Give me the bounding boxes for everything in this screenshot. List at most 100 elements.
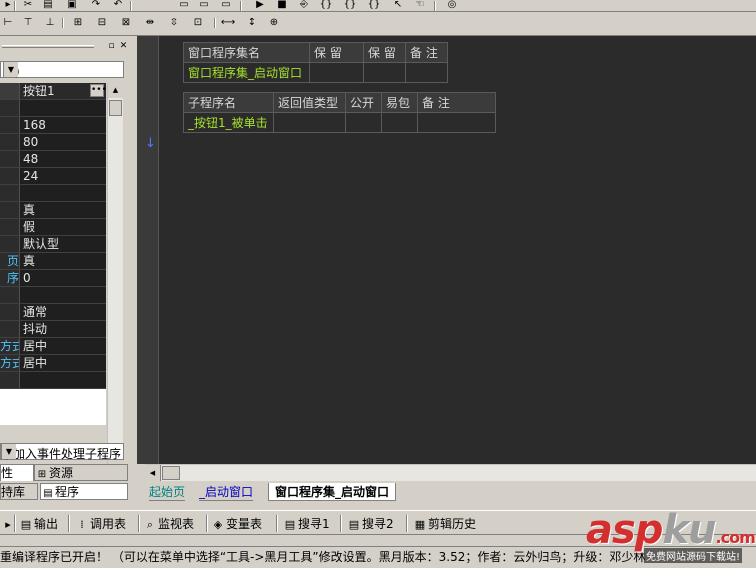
property-value[interactable]: 通常	[19, 304, 106, 320]
property-row[interactable]: 页真	[0, 253, 106, 270]
hscroll-thumb[interactable]	[162, 466, 180, 480]
property-row[interactable]	[0, 185, 106, 202]
stop-icon[interactable]: ■	[274, 0, 290, 11]
property-value[interactable]	[19, 100, 106, 116]
align5-icon[interactable]: ⊟	[94, 18, 110, 29]
scroll-up-icon[interactable]: ▲	[108, 83, 123, 98]
sub-name-cell[interactable]: _按钮1_被单击	[183, 112, 274, 133]
property-value[interactable]: 抖动	[19, 321, 106, 337]
cut-icon[interactable]: ✂	[20, 0, 36, 11]
size2-icon[interactable]: ↕	[244, 18, 260, 29]
align6-icon[interactable]: ⊠	[118, 18, 134, 29]
bottom-tab-call-table[interactable]: ⁞ 调用表	[74, 515, 126, 533]
assembly-name-cell[interactable]: 窗口程序集_启动窗口	[183, 62, 310, 83]
property-row[interactable]	[0, 372, 106, 389]
cursor-icon[interactable]: ↖	[390, 0, 406, 11]
size3-icon[interactable]: ⊕	[266, 18, 282, 29]
align4-icon[interactable]: ⊞	[70, 18, 86, 29]
redo-icon[interactable]: ↷	[88, 0, 104, 11]
minimize-icon[interactable]: ▫	[106, 42, 117, 52]
property-row[interactable]: 默认型	[0, 236, 106, 253]
scroll-thumb[interactable]	[109, 100, 122, 116]
property-value[interactable]: 居中	[19, 355, 106, 371]
align2-icon[interactable]: ⊤	[20, 18, 36, 29]
editor-hscrollbar[interactable]: ◀	[145, 464, 756, 481]
undo-icon[interactable]: ↶	[110, 0, 126, 11]
property-value[interactable]: 0	[19, 270, 106, 286]
reserved-cell-2[interactable]	[363, 62, 406, 83]
property-row[interactable]: 真	[0, 202, 106, 219]
property-value[interactable]: 假	[19, 219, 106, 235]
property-value[interactable]: 真	[19, 253, 106, 269]
run-icon[interactable]: ▶	[252, 0, 268, 11]
tab-library[interactable]: 持库	[0, 483, 38, 500]
tab-property[interactable]: 性	[0, 464, 34, 481]
tab-start-window[interactable]: _启动窗口	[199, 483, 254, 501]
property-row[interactable]: 通常	[0, 304, 106, 321]
property-row[interactable]: 24	[0, 168, 106, 185]
close-icon[interactable]: ✕	[118, 42, 129, 52]
property-value[interactable]	[19, 185, 106, 201]
property-value[interactable]: 168	[19, 117, 106, 133]
easy-pkg-cell[interactable]	[381, 112, 418, 133]
tab-program[interactable]: ▤ 程序	[40, 483, 128, 500]
sub-remark-cell[interactable]	[417, 112, 496, 133]
property-row[interactable]: 168	[0, 117, 106, 134]
event-combo[interactable]: 添加入事件处理子程序 ▼	[0, 443, 124, 461]
component-combo[interactable]: 钮） ▼	[0, 61, 124, 79]
property-row[interactable]: 方式 居中	[0, 338, 106, 355]
property-row[interactable]: 序0	[0, 270, 106, 287]
scroll-left-icon[interactable]: ◀	[145, 465, 161, 481]
property-scrollbar[interactable]: ▲ ▼	[107, 83, 123, 475]
bottom-tab-variables[interactable]: ◈ 变量表	[210, 515, 262, 533]
paste-icon[interactable]: ▣	[64, 0, 80, 11]
bottom-tab-search1[interactable]: ▤ 搜寻1	[282, 515, 330, 533]
step2-icon[interactable]: {}	[318, 0, 334, 11]
property-value[interactable]: 48	[19, 151, 106, 167]
space-v-icon[interactable]: ⇳	[166, 18, 182, 29]
code-editor[interactable]: ↓ 窗口程序集名 保 留 保 留 备 注 窗口程序集_启动窗口 子程序名 返回值…	[137, 36, 756, 464]
property-value[interactable]: 居中	[19, 338, 106, 354]
panel-grip[interactable]	[2, 45, 94, 48]
property-row[interactable]: 按钮1 •••	[0, 83, 107, 100]
space-h-icon[interactable]: ⇹	[142, 18, 158, 29]
align3-icon[interactable]: ⊥	[42, 18, 58, 29]
remark-cell[interactable]	[405, 62, 448, 83]
ellipsis-icon[interactable]: •••	[90, 84, 107, 97]
bottom-tab-clip-history[interactable]: ▦ 剪辑历史	[412, 515, 476, 533]
property-value[interactable]	[19, 287, 106, 303]
tab-start-page[interactable]: 起始页	[149, 483, 186, 501]
property-row[interactable]: 方式 居中	[0, 355, 106, 372]
property-value[interactable]: 真	[19, 202, 106, 218]
property-value[interactable]	[19, 372, 106, 388]
step4-icon[interactable]: {}	[366, 0, 382, 11]
grid3-icon[interactable]: ▭	[218, 0, 234, 11]
hand-icon[interactable]: ☜	[412, 0, 428, 11]
property-row[interactable]: 抖动	[0, 321, 106, 338]
property-row[interactable]: 80	[0, 134, 106, 151]
grid1-icon[interactable]: ▭	[176, 0, 192, 11]
tab-resource[interactable]: ⊞ 资源	[34, 464, 128, 481]
bottom-tab-search2[interactable]: ▤ 搜寻2	[346, 515, 394, 533]
step1-icon[interactable]: ⎆	[296, 0, 312, 11]
tab-assembly-start-window[interactable]: 窗口程序集_启动窗口	[268, 483, 397, 501]
reserved-cell-1[interactable]	[309, 62, 364, 83]
property-row[interactable]	[0, 287, 106, 304]
property-row[interactable]	[0, 100, 106, 117]
property-value[interactable]: 80	[19, 134, 106, 150]
return-type-cell[interactable]	[273, 112, 346, 133]
align-left-icon[interactable]	[0, 0, 16, 11]
property-row[interactable]: 假	[0, 219, 106, 236]
property-value[interactable]: 24	[19, 168, 106, 184]
property-row[interactable]: 48	[0, 151, 106, 168]
chevron-down-icon[interactable]: ▼	[1, 444, 16, 459]
chevron-down-icon[interactable]: ▼	[3, 62, 18, 77]
property-value[interactable]: 默认型	[19, 236, 106, 252]
grid2-icon[interactable]: ▭	[196, 0, 212, 11]
public-cell[interactable]	[345, 112, 382, 133]
copy-icon[interactable]: ▤	[40, 0, 56, 11]
size-icon[interactable]: ⊡	[190, 18, 206, 29]
step3-icon[interactable]: {}	[342, 0, 358, 11]
bottom-tab-watch[interactable]: ⌕ 监视表	[142, 515, 194, 533]
binoculars-icon[interactable]: ◎	[444, 0, 460, 11]
